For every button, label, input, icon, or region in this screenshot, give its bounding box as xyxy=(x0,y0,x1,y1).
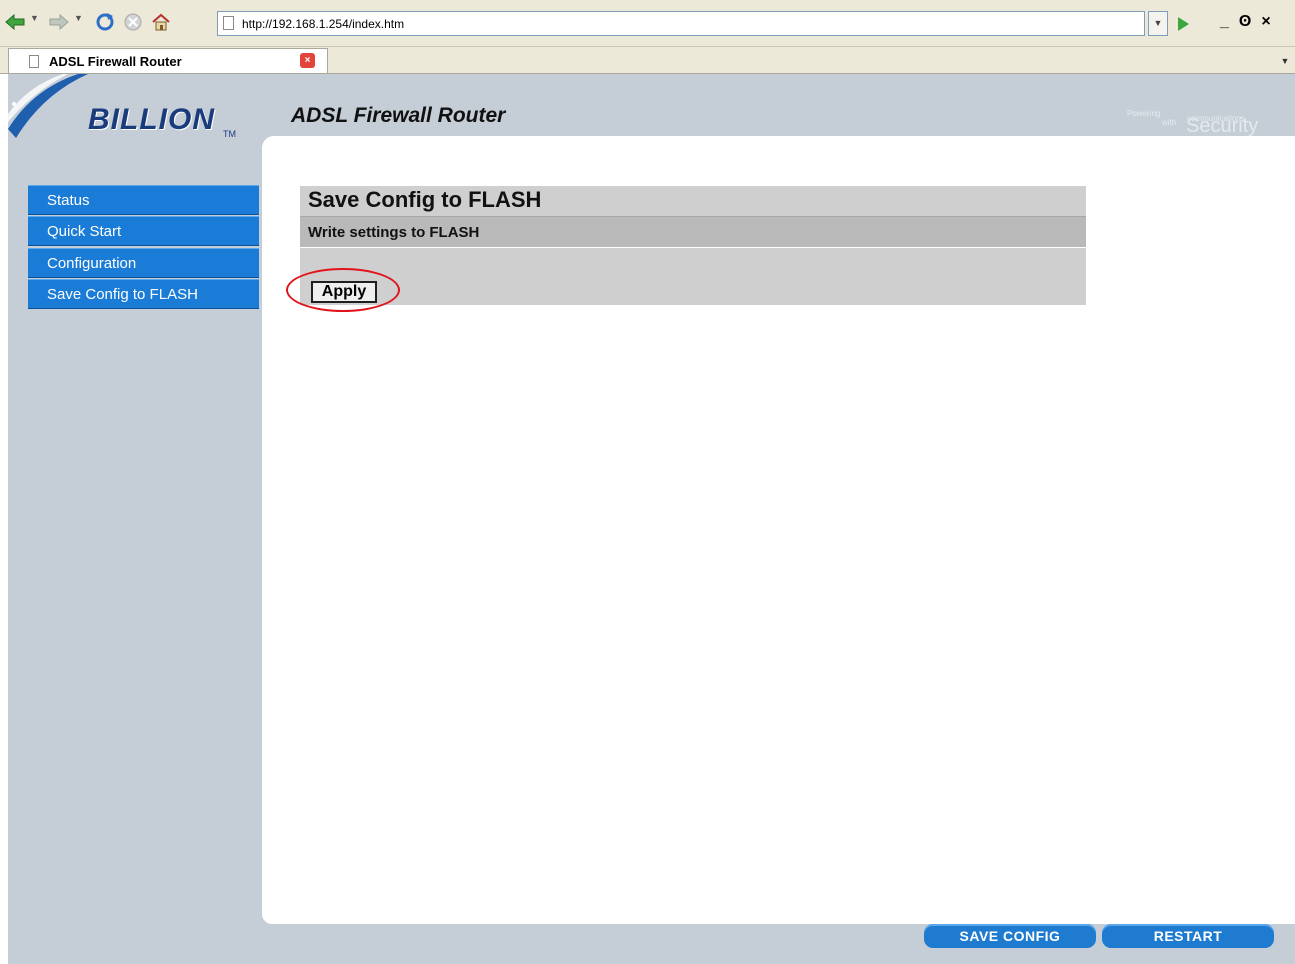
sidebar-item-label: Quick Start xyxy=(47,223,122,240)
apply-button[interactable]: Apply xyxy=(311,281,377,303)
save-config-button[interactable]: SAVE CONFIG xyxy=(924,924,1096,948)
brand-logo: BILLION xyxy=(88,103,215,136)
sidebar-item-configuration[interactable]: Configuration xyxy=(28,248,259,278)
tab-close-icon[interactable]: × xyxy=(300,53,315,68)
tagline-security: Security xyxy=(1186,115,1259,137)
window-controls: _ʘ× xyxy=(1220,13,1281,31)
url-text: http://192.168.1.254/index.htm xyxy=(242,17,405,31)
restart-button[interactable]: RESTART xyxy=(1102,924,1274,948)
sidebar-item-label: Status xyxy=(47,192,90,209)
sidebar-item-status[interactable]: Status xyxy=(28,185,259,215)
address-bar[interactable]: http://192.168.1.254/index.htm xyxy=(217,11,1145,36)
minimize-icon[interactable]: _ xyxy=(1220,13,1239,30)
home-icon[interactable] xyxy=(150,11,172,33)
tab-page-icon xyxy=(29,55,39,68)
page-title: Save Config to FLASH xyxy=(300,186,1086,216)
back-dropdown-icon[interactable]: ▼ xyxy=(30,13,39,23)
tab-list-dropdown-icon[interactable]: ▼ xyxy=(1276,51,1294,71)
tagline-powering: Powering xyxy=(1127,109,1161,118)
logo-swoosh-icon xyxy=(8,74,88,138)
tab-title: ADSL Firewall Router xyxy=(49,54,182,69)
back-icon[interactable] xyxy=(4,11,26,33)
forward-icon[interactable] xyxy=(48,11,70,33)
restore-icon[interactable]: ʘ xyxy=(1239,13,1261,30)
sidebar-item-label: Configuration xyxy=(47,255,137,272)
refresh-icon[interactable] xyxy=(94,11,116,33)
browser-tab[interactable]: ADSL Firewall Router xyxy=(8,48,328,73)
panel-body xyxy=(300,248,1086,305)
forward-dropdown-icon[interactable]: ▼ xyxy=(74,13,83,23)
go-icon[interactable] xyxy=(1170,11,1196,36)
page-icon xyxy=(223,16,234,30)
tagline-with: with xyxy=(1162,118,1177,127)
section-subtitle: Write settings to FLASH xyxy=(300,216,1086,247)
close-icon[interactable]: × xyxy=(1261,13,1280,30)
sidebar-item-label: Save Config to FLASH xyxy=(47,286,198,303)
product-title: ADSL Firewall Router xyxy=(291,104,506,127)
sidebar-item-save-config[interactable]: Save Config to FLASH xyxy=(28,279,259,309)
address-dropdown-button[interactable]: ▼ xyxy=(1148,11,1168,36)
stop-icon[interactable] xyxy=(122,11,144,33)
browser-toolbar: ▼ ▼ http://192.168.1.254/index.htm ▼ _ʘ× xyxy=(0,0,1295,47)
trademark: TM xyxy=(223,129,236,139)
sidebar-item-quick-start[interactable]: Quick Start xyxy=(28,216,259,246)
